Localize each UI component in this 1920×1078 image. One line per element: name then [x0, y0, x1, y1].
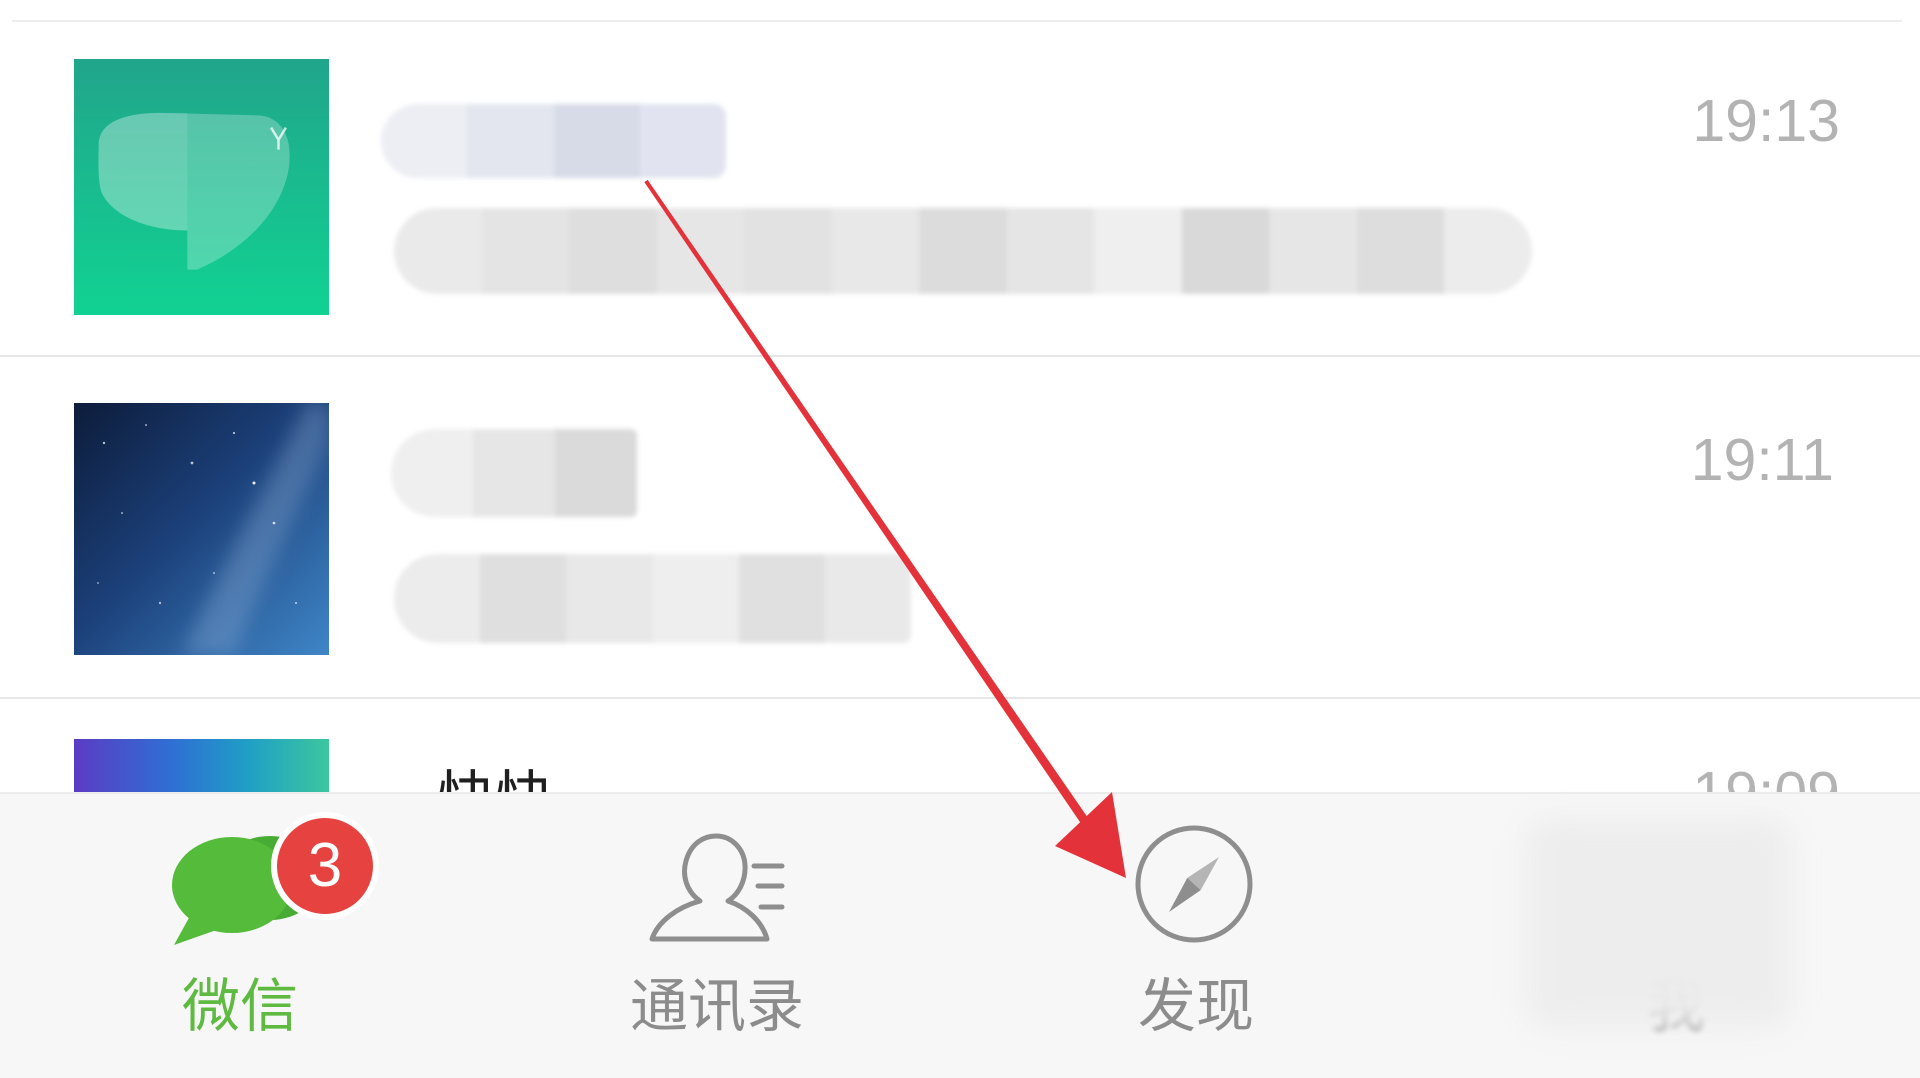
- mosaic-tile: [381, 104, 468, 178]
- mosaic-tile: [831, 208, 920, 294]
- tab-chats[interactable]: 3 微信: [100, 794, 380, 1078]
- mosaic-tile: [639, 104, 726, 178]
- message-time: 19:13: [1692, 88, 1840, 154]
- mosaic-tile: [473, 429, 555, 517]
- mosaic-tile: [481, 208, 570, 294]
- bottom-tab-bar: 3 微信 通讯录 发现 我: [0, 792, 1920, 1078]
- mosaic-tile: [569, 208, 657, 294]
- tab-label: 发现: [1137, 974, 1254, 1039]
- redacted-contact-name: [391, 429, 637, 517]
- tab-me[interactable]: 我: [1520, 794, 1832, 1078]
- starry-sky-photo: [74, 403, 329, 655]
- message-time: 19:09: [1692, 764, 1840, 793]
- mosaic-tile: [467, 104, 554, 178]
- contacts-icon: [649, 833, 785, 942]
- green-bubble-logo-icon: [74, 59, 329, 315]
- mosaic-tile: [1269, 208, 1357, 294]
- mosaic-tile: [1006, 208, 1095, 294]
- mosaic-tile: [480, 554, 567, 643]
- chat-list[interactable]: 19:13 19:11: [0, 0, 1920, 792]
- tab-contacts[interactable]: 通讯录: [577, 794, 857, 1078]
- mosaic-tile: [744, 208, 832, 294]
- tab-label: 微信: [181, 974, 298, 1039]
- avatar[interactable]: [74, 59, 329, 315]
- mosaic-tile: [1356, 208, 1445, 294]
- chat-row[interactable]: 快快 19:09: [0, 699, 1920, 792]
- mosaic-tile: [738, 554, 825, 643]
- mosaic-tile: [566, 554, 653, 643]
- mosaic-tile: [652, 554, 739, 643]
- mosaic-tile: [394, 208, 482, 294]
- message-time: 19:11: [1690, 427, 1834, 493]
- mosaic-tile: [1094, 208, 1182, 294]
- mosaic-tile: [656, 208, 745, 294]
- purple-teal-gradient-photo[interactable]: [74, 739, 329, 792]
- unread-badge: 3: [271, 812, 379, 920]
- redacted-message-preview: [394, 554, 911, 643]
- chat-row[interactable]: 19:11: [0, 357, 1920, 697]
- chat-row[interactable]: 19:13: [0, 22, 1920, 355]
- mosaic-tile: [394, 554, 481, 643]
- tab-label: 通讯录: [629, 974, 804, 1039]
- mosaic-tile: [553, 104, 640, 178]
- compass-icon: [1135, 825, 1253, 943]
- redacted-contact-name: [381, 104, 726, 178]
- mosaic-tile: [919, 208, 1007, 294]
- mosaic-tile: [824, 554, 911, 643]
- mosaic-tile: [391, 429, 473, 517]
- mosaic-tile: [1181, 208, 1270, 294]
- contact-name: 快快: [437, 770, 553, 793]
- mosaic-tile: [555, 429, 637, 517]
- wechat-screen: 19:13 19:11 3 微信 通讯录 发现: [0, 0, 1920, 1078]
- redacted-message-preview: [394, 208, 1532, 294]
- mosaic-tile: [1444, 208, 1532, 294]
- blur-redaction: [1526, 818, 1791, 1028]
- avatar[interactable]: [74, 403, 329, 655]
- tab-discover[interactable]: 发现: [1056, 794, 1336, 1078]
